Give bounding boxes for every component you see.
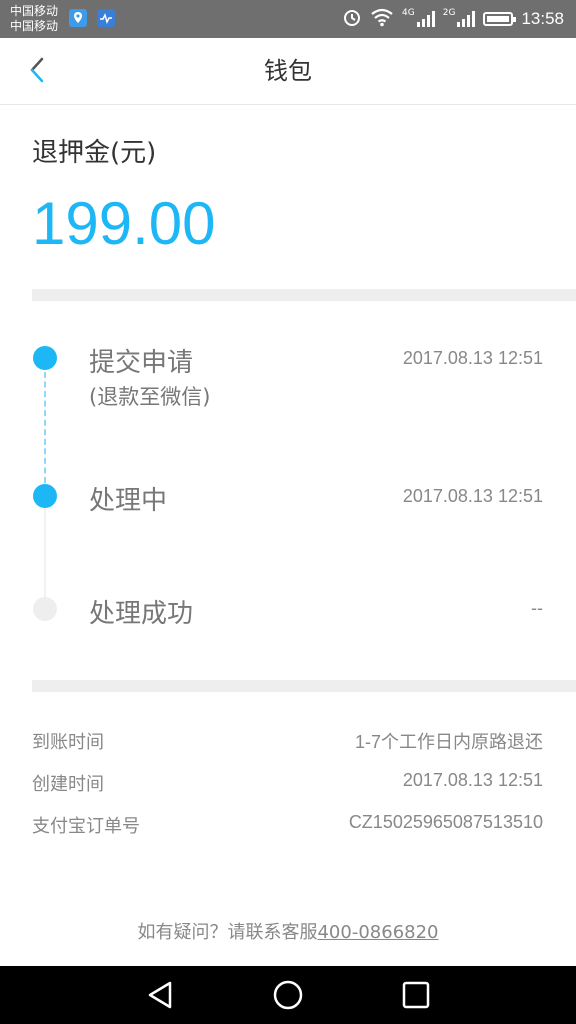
created-time-label: 创建时间: [32, 774, 104, 795]
arrival-time-value: 1-7个工作日内原路退还: [354, 732, 543, 752]
network-type-2: 2G: [442, 8, 456, 18]
step-time-processing: 2017.08.13 12:51: [402, 486, 543, 506]
status-icons: 4G 2G 13:58: [342, 0, 564, 38]
step-dot-success: [33, 597, 57, 621]
support-text: 如有疑问？请联系客服: [137, 922, 318, 943]
carrier-1: 中国移动: [10, 4, 59, 18]
created-time-value: 2017.08.13 12:51: [402, 770, 543, 790]
step-title-submitted: 提交申请: [89, 348, 194, 378]
step-dot-submitted: [33, 346, 57, 370]
signal-icon: [416, 11, 435, 27]
signal-icon: [457, 11, 476, 27]
step-dot-processing: [33, 484, 57, 508]
section-divider: [32, 680, 576, 692]
timeline-connector: [44, 508, 46, 597]
step-time-submitted: 2017.08.13 12:51: [402, 348, 543, 368]
step-title-success: 处理成功: [89, 599, 194, 629]
square-recents-icon: [402, 981, 430, 1009]
step-subtitle-submitted: (退款至微信): [89, 385, 211, 409]
header: 钱包: [0, 38, 576, 105]
circle-home-icon: [273, 980, 303, 1010]
nav-home-button[interactable]: [270, 977, 306, 1013]
support-footer: 如有疑问？请联系客服400-0866820: [0, 918, 576, 944]
timeline-connector-dashed: [44, 372, 46, 483]
status-bar: 中国移动 中国移动 4G 2G 13:58: [0, 0, 576, 38]
order-number-label: 支付宝订单号: [32, 816, 140, 837]
refund-amount-label: 退押金(元): [32, 138, 157, 168]
order-number-value: CZ15025965087513510: [348, 812, 543, 832]
support-phone-link[interactable]: 400-0866820: [317, 922, 438, 943]
nav-back-button[interactable]: [142, 977, 178, 1013]
location-app-icon: [69, 9, 87, 27]
health-app-icon: [97, 9, 115, 27]
network-type-1: 4G: [402, 8, 415, 18]
carrier-2: 中国移动: [10, 19, 59, 33]
arrival-time-label: 到账时间: [32, 732, 104, 753]
battery-icon: [483, 12, 517, 26]
step-title-processing: 处理中: [89, 486, 168, 516]
clock: 13:58: [521, 9, 564, 28]
alarm-icon: [342, 7, 362, 31]
step-time-success: --: [531, 598, 543, 618]
wifi-icon: [370, 7, 394, 31]
section-divider: [32, 289, 576, 301]
nav-recents-button[interactable]: [398, 977, 434, 1013]
triangle-back-icon: [148, 981, 172, 1009]
carrier-info: 中国移动 中国移动: [10, 4, 58, 34]
navigation-bar: [0, 966, 576, 1024]
page-title: 钱包: [264, 57, 312, 85]
refund-amount-value: 199.00: [32, 190, 216, 257]
